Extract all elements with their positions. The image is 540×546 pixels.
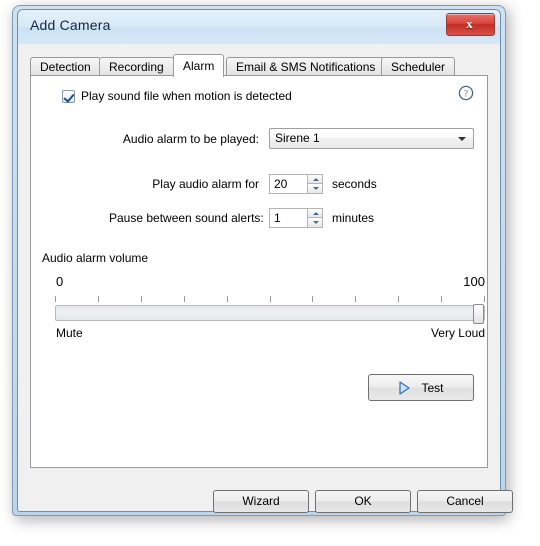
tab-scheduler[interactable]: Scheduler	[381, 57, 456, 76]
volume-slider-ticks	[55, 296, 485, 303]
pause-between-input[interactable]: 1	[269, 208, 307, 228]
play-duration-stepper[interactable]: 20	[269, 174, 323, 194]
volume-tick	[270, 296, 271, 302]
dialog-button-bar: Wizard OK Cancel	[18, 480, 513, 544]
pause-between-label: Pause between sound alerts:	[109, 211, 264, 225]
tab-detection[interactable]: Detection	[30, 57, 101, 76]
play-duration-input[interactable]: 20	[269, 174, 307, 194]
help-circle-svg: ?	[458, 85, 474, 101]
volume-tick	[141, 296, 142, 302]
test-button[interactable]: Test	[368, 374, 474, 401]
window-title: Add Camera	[30, 17, 111, 33]
close-icon: x	[466, 16, 473, 31]
help-circle-icon[interactable]: ?	[458, 85, 474, 101]
ok-button[interactable]: OK	[315, 490, 411, 513]
volume-left-caption: Mute	[56, 326, 83, 340]
volume-tick	[98, 296, 99, 302]
volume-tick	[484, 296, 485, 302]
volume-section-title: Audio alarm volume	[42, 251, 149, 265]
play-duration-stepper-buttons	[307, 174, 323, 194]
pause-between-decrement-icon[interactable]	[307, 218, 323, 228]
dialog-window-inner: Add Camera x Detection Recording Alarm E…	[17, 9, 513, 513]
desktop-backdrop: Add Camera x Detection Recording Alarm E…	[0, 0, 540, 546]
volume-tick	[312, 296, 313, 302]
play-triangle-icon	[399, 380, 411, 395]
tab-strip: Detection Recording Alarm Email & SMS No…	[30, 54, 488, 77]
play-sound-checkbox-row[interactable]: Play sound file when motion is detected	[62, 89, 292, 103]
play-duration-unit: seconds	[332, 177, 377, 191]
volume-tick	[398, 296, 399, 302]
wizard-button[interactable]: Wizard	[213, 490, 309, 513]
close-button[interactable]: x	[446, 13, 495, 36]
play-duration-label: Play audio alarm for	[152, 177, 259, 191]
svg-text:?: ?	[464, 88, 468, 98]
play-sound-checkbox[interactable]	[62, 89, 75, 103]
pause-between-increment-icon[interactable]	[307, 208, 323, 218]
test-button-label: Test	[421, 380, 444, 395]
chevron-down-icon	[458, 137, 466, 141]
play-duration-decrement-icon[interactable]	[307, 184, 323, 194]
play-duration-row: Play audio alarm for 20 seconds	[109, 174, 377, 194]
pause-between-stepper[interactable]: 1	[269, 208, 323, 228]
play-sound-checkbox-label: Play sound file when motion is detected	[81, 89, 292, 103]
pause-between-stepper-buttons	[307, 208, 323, 228]
volume-tick	[55, 296, 56, 302]
dialog-window: Add Camera x Detection Recording Alarm E…	[12, 5, 513, 516]
tab-alarm[interactable]: Alarm	[173, 54, 225, 77]
alarm-tab-panel: Play sound file when motion is detected …	[30, 75, 488, 468]
dialog-client-area: Detection Recording Alarm Email & SMS No…	[18, 44, 513, 513]
pause-between-row: Pause between sound alerts: 1 minutes	[109, 208, 374, 228]
volume-tick	[441, 296, 442, 302]
volume-scale-max: 100	[463, 274, 485, 289]
audio-alarm-select[interactable]: Sirene 1	[269, 128, 474, 149]
audio-alarm-row: Audio alarm to be played: Sirene 1	[109, 128, 474, 149]
audio-alarm-label: Audio alarm to be played:	[122, 131, 259, 146]
volume-right-caption: Very Loud	[430, 326, 485, 340]
volume-slider-thumb[interactable]	[473, 304, 484, 324]
cancel-button[interactable]: Cancel	[417, 490, 513, 513]
title-bar[interactable]: Add Camera x	[18, 10, 500, 44]
volume-tick	[184, 296, 185, 302]
volume-tick	[227, 296, 228, 302]
volume-tick	[355, 296, 356, 302]
tab-recording[interactable]: Recording	[99, 57, 174, 76]
play-duration-increment-icon[interactable]	[307, 174, 323, 184]
volume-scale-min: 0	[56, 274, 64, 289]
volume-slider[interactable]	[55, 304, 485, 324]
tab-email-sms-notifications[interactable]: Email & SMS Notifications	[226, 57, 386, 76]
audio-alarm-selected-value: Sirene 1	[275, 131, 320, 145]
pause-between-unit: minutes	[332, 211, 375, 225]
